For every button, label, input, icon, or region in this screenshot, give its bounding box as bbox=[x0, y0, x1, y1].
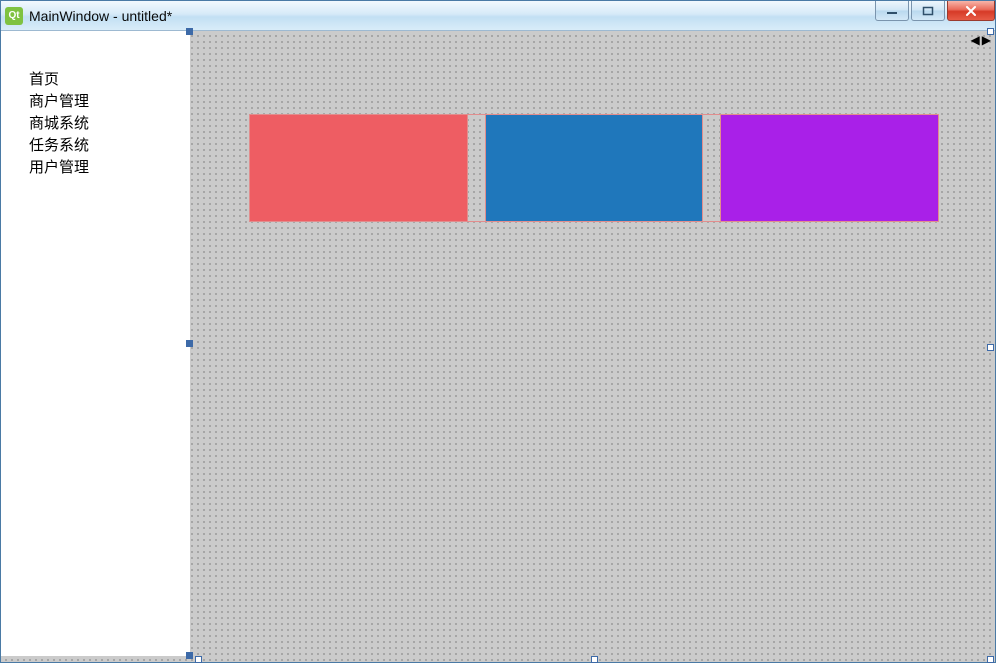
block-purple[interactable] bbox=[721, 115, 938, 221]
block-gap bbox=[468, 115, 486, 221]
sidebar-item-task[interactable]: 任务系统 bbox=[29, 135, 190, 157]
minimize-button[interactable] bbox=[875, 1, 909, 21]
block-red[interactable] bbox=[250, 115, 468, 221]
window-titlebar: Qt MainWindow - untitled* bbox=[1, 1, 995, 31]
selection-handle[interactable] bbox=[987, 344, 994, 351]
selection-handle[interactable] bbox=[195, 656, 202, 663]
selection-handle[interactable] bbox=[186, 28, 193, 35]
selection-handle[interactable] bbox=[186, 340, 193, 347]
block-gap bbox=[703, 115, 721, 221]
tab-nav-arrows: ◀ ▶ bbox=[971, 33, 991, 47]
sidebar-item-user[interactable]: 用户管理 bbox=[29, 157, 190, 179]
selection-handle[interactable] bbox=[591, 656, 598, 663]
tab-nav-right-icon[interactable]: ▶ bbox=[982, 33, 991, 47]
sidebar-tree[interactable]: 首页 商户管理 商城系统 任务系统 用户管理 bbox=[1, 31, 190, 656]
window-controls bbox=[875, 1, 995, 23]
qt-logo-icon: Qt bbox=[5, 7, 23, 25]
close-button[interactable] bbox=[947, 1, 995, 21]
selection-handle[interactable] bbox=[987, 656, 994, 663]
color-blocks-layout[interactable] bbox=[249, 114, 939, 222]
sidebar-item-home[interactable]: 首页 bbox=[29, 69, 190, 91]
maximize-button[interactable] bbox=[911, 1, 945, 21]
form-canvas[interactable]: ◀ ▶ 首页 商户管理 商城系统 任务系统 用户管理 bbox=[1, 31, 995, 662]
selection-handle[interactable] bbox=[987, 28, 994, 35]
sidebar-item-merchant[interactable]: 商户管理 bbox=[29, 91, 190, 113]
sidebar-item-mall[interactable]: 商城系统 bbox=[29, 113, 190, 135]
window-title: MainWindow - untitled* bbox=[29, 8, 172, 24]
tab-nav-left-icon[interactable]: ◀ bbox=[971, 33, 980, 47]
selection-handle[interactable] bbox=[186, 652, 193, 659]
block-blue[interactable] bbox=[486, 115, 704, 221]
